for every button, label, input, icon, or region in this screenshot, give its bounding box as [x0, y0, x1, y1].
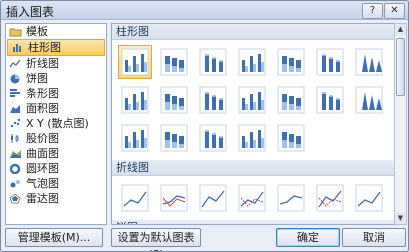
- sidebar-item[interactable]: 折线图: [6, 56, 106, 71]
- sidebar-item-label: 折线图: [26, 57, 59, 70]
- title-bar: 插入图表 ? ✕: [1, 1, 408, 20]
- sidebar-item[interactable]: X Y (散点图): [6, 116, 106, 131]
- cancel-button[interactable]: 取消: [342, 228, 406, 247]
- column-chart-grid: [112, 40, 394, 160]
- pie-chart-icon: [9, 73, 22, 84]
- section-header-pie: 饼图: [112, 220, 394, 224]
- scroll-thumb[interactable]: [396, 38, 405, 96]
- column-chart-thumbnail[interactable]: [196, 121, 230, 155]
- scroll-up-icon[interactable]: ▲: [395, 24, 406, 35]
- sidebar-item[interactable]: 模板: [6, 24, 106, 39]
- manage-templates-button[interactable]: 管理模板(M)...: [5, 228, 103, 247]
- column-chart-thumbnail[interactable]: [157, 83, 191, 117]
- column-chart-thumbnail[interactable]: [118, 121, 152, 155]
- column-chart-thumbnail[interactable]: [157, 121, 191, 155]
- scroll-down-icon[interactable]: ▼: [395, 213, 406, 224]
- line-chart-thumbnail[interactable]: [274, 181, 308, 215]
- bar-chart-icon: [9, 88, 22, 99]
- column-chart-thumbnail[interactable]: [352, 45, 386, 79]
- close-button[interactable]: ✕: [384, 3, 405, 19]
- folder-icon: [9, 26, 22, 37]
- sidebar-item-label: 圆环图: [26, 162, 59, 175]
- column-chart-thumbnail[interactable]: [157, 45, 191, 79]
- column-chart-thumbnail[interactable]: [352, 83, 386, 117]
- sidebar-item[interactable]: 气泡图: [6, 176, 106, 191]
- sidebar-item[interactable]: 柱形图: [7, 39, 105, 56]
- ok-button[interactable]: 确定: [276, 228, 340, 247]
- column-chart-thumbnail[interactable]: [118, 83, 152, 117]
- sidebar-item-label: 模板: [26, 25, 48, 38]
- sidebar-item-label: 曲面图: [26, 147, 59, 160]
- line-chart-thumbnail[interactable]: [352, 181, 386, 215]
- line-chart-thumbnail[interactable]: [157, 181, 191, 215]
- sidebar-item[interactable]: 曲面图: [6, 146, 106, 161]
- radar-chart-icon: [9, 193, 22, 204]
- help-button[interactable]: ?: [362, 3, 383, 19]
- chart-gallery: 柱形图 折线图 饼图: [111, 23, 395, 225]
- section-header-line: 折线图: [112, 160, 394, 176]
- sidebar-item-label: X Y (散点图): [26, 117, 89, 130]
- line-chart-thumbnail[interactable]: [196, 181, 230, 215]
- sidebar-item[interactable]: 股价图: [6, 131, 106, 146]
- sidebar-item-label: 饼图: [26, 72, 48, 85]
- column-chart-thumbnail[interactable]: [274, 45, 308, 79]
- sidebar-item-label: 面积图: [26, 102, 59, 115]
- section-header-column: 柱形图: [112, 24, 394, 40]
- line-chart-thumbnail[interactable]: [235, 181, 269, 215]
- sidebar-item-label: 柱形图: [28, 41, 61, 54]
- sidebar-item-label: 股价图: [26, 132, 59, 145]
- column-chart-thumbnail[interactable]: [274, 83, 308, 117]
- insert-chart-dialog: 插入图表 ? ✕ 模板 柱形图 折线图 饼图 条形图 面积图 X Y (散点图) 股价图 曲面图…: [0, 0, 409, 252]
- column-chart-thumbnail[interactable]: [235, 83, 269, 117]
- line-chart-thumbnail[interactable]: [313, 181, 347, 215]
- column-chart-thumbnail[interactable]: [235, 121, 269, 155]
- line-chart-icon: [9, 58, 22, 69]
- scatter-chart-icon: [9, 118, 22, 129]
- column-chart-thumbnail[interactable]: [118, 45, 152, 79]
- sidebar-item-label: 雷达图: [26, 192, 59, 205]
- sidebar-item-label: 条形图: [26, 87, 59, 100]
- column-chart-thumbnail[interactable]: [313, 45, 347, 79]
- column-chart-thumbnail[interactable]: [274, 121, 308, 155]
- line-chart-grid: [112, 176, 394, 220]
- dialog-title: 插入图表: [6, 5, 55, 19]
- column-chart-thumbnail[interactable]: [196, 45, 230, 79]
- sidebar-item[interactable]: 面积图: [6, 101, 106, 116]
- stock-chart-icon: [9, 133, 22, 144]
- doughnut-chart-icon: [9, 163, 22, 175]
- chart-type-list: 模板柱形图折线图饼图条形图面积图 X Y (散点图) 股价图曲面图圆环图气泡图雷达图: [5, 23, 107, 225]
- sidebar-item[interactable]: 条形图: [6, 86, 106, 101]
- area-chart-icon: [9, 103, 22, 114]
- column-chart-thumbnail[interactable]: [235, 45, 269, 79]
- column-chart-thumbnail[interactable]: [196, 83, 230, 117]
- gallery-scrollbar[interactable]: ▲ ▼: [394, 23, 407, 225]
- surface-chart-icon: [9, 148, 22, 159]
- sidebar-item[interactable]: 雷达图: [6, 191, 106, 206]
- bubble-chart-icon: [9, 178, 22, 189]
- line-chart-thumbnail[interactable]: [118, 181, 152, 215]
- column-chart-thumbnail[interactable]: [313, 83, 347, 117]
- sidebar-item[interactable]: 饼图: [6, 71, 106, 86]
- sidebar-item-label: 气泡图: [26, 177, 59, 190]
- column-chart-icon: [11, 42, 24, 53]
- set-default-chart-button[interactable]: 设置为默认图表(S): [111, 228, 201, 251]
- sidebar-item[interactable]: 圆环图: [6, 161, 106, 176]
